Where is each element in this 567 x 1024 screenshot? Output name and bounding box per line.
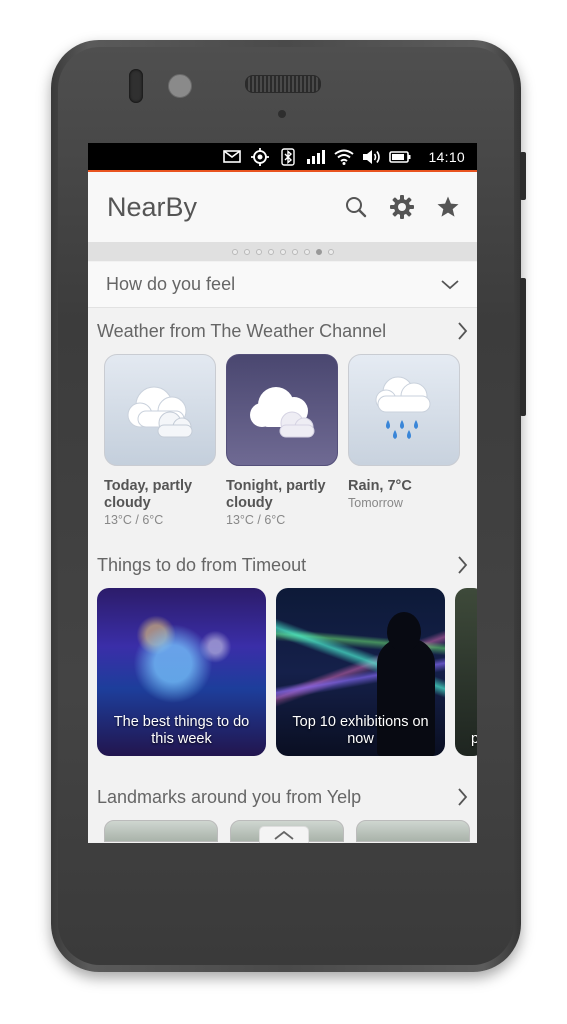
landmarks-section-header[interactable]: Landmarks around you from Yelp	[88, 774, 477, 820]
weather-tile	[348, 354, 460, 466]
page-dot[interactable]	[327, 248, 334, 255]
weather-title: Tonight, partly cloudy	[226, 478, 326, 511]
earpiece-speaker	[245, 75, 321, 93]
search-icon	[346, 197, 367, 218]
event-caption: p	[471, 731, 477, 747]
bluetooth-icon	[274, 147, 302, 167]
weather-card[interactable]: Tonight, partly cloudy 13°C / 6°C	[226, 354, 338, 542]
weather-tile	[226, 354, 338, 466]
weather-title: Today, partly cloudy	[104, 478, 193, 511]
volume-icon	[358, 147, 386, 167]
page-dot[interactable]	[291, 248, 298, 255]
light-sensor	[278, 110, 286, 118]
search-button[interactable]	[333, 184, 379, 230]
page-dot[interactable]	[279, 248, 286, 255]
page-indicator[interactable]	[88, 242, 477, 261]
chevron-down-icon	[441, 279, 459, 289]
weather-cards: Today, partly cloudy 13°C / 6°C Tonight,…	[88, 354, 477, 542]
dropdown-label: How do you feel	[106, 274, 236, 294]
page-dot[interactable]	[231, 248, 238, 255]
event-card-partial[interactable]: p	[455, 588, 477, 756]
page-dot[interactable]	[243, 248, 250, 255]
page-title: NearBy	[107, 191, 198, 222]
settings-button[interactable]	[379, 184, 425, 230]
location-icon	[246, 147, 274, 167]
landmark-card[interactable]	[104, 820, 218, 842]
things-section-header[interactable]: Things to do from Timeout	[88, 542, 477, 588]
section-title: Things to do from Timeout	[97, 554, 307, 575]
chevron-up-icon	[274, 830, 294, 840]
cloud-night-icon	[250, 387, 315, 438]
event-caption: The best things to do this week	[113, 714, 250, 747]
gear-icon	[390, 195, 414, 219]
how-do-you-feel-dropdown[interactable]: How do you feel	[88, 262, 477, 308]
wifi-icon	[330, 147, 358, 167]
event-caption: Top 10 exhibitions on now	[292, 714, 429, 747]
weather-title: Rain, 7°C	[348, 478, 412, 494]
mail-icon	[218, 147, 246, 167]
cloud-icon	[127, 386, 193, 438]
app-header: NearBy	[88, 172, 477, 242]
page-dot[interactable]	[255, 248, 262, 255]
bottom-edge-handle[interactable]	[259, 826, 309, 843]
section-title: Landmarks around you from Yelp	[97, 786, 362, 807]
weather-subtitle: Tomorrow	[348, 496, 403, 510]
status-bar[interactable]: 14:10	[88, 143, 477, 172]
signal-icon	[302, 147, 330, 167]
front-camera	[168, 74, 192, 98]
chevron-right-icon	[458, 788, 468, 806]
screen: 14:10 NearBy How do you feel Weather fro…	[88, 143, 477, 843]
battery-icon	[386, 147, 414, 167]
favorites-button[interactable]	[425, 184, 471, 230]
proximity-sensor	[129, 69, 143, 103]
event-card[interactable]: The best things to do this week	[97, 588, 266, 756]
weather-tile	[104, 354, 216, 466]
volume-button	[520, 278, 526, 416]
weather-card[interactable]: Rain, 7°C Tomorrow	[348, 354, 460, 542]
weather-subtitle: 13°C / 6°C	[226, 513, 286, 527]
clock: 14:10	[428, 148, 465, 165]
weather-section-header[interactable]: Weather from The Weather Channel	[88, 308, 477, 354]
weather-card[interactable]: Today, partly cloudy 13°C / 6°C	[104, 354, 216, 542]
page-dot[interactable]	[267, 248, 274, 255]
rain-cloud-icon	[375, 376, 431, 439]
power-button	[520, 152, 526, 200]
section-title: Weather from The Weather Channel	[97, 320, 387, 341]
page-dot[interactable]	[303, 248, 310, 255]
chevron-right-icon	[458, 322, 468, 340]
landmark-card[interactable]	[356, 820, 470, 842]
chevron-right-icon	[458, 556, 468, 574]
things-cards: The best things to do this week Top 10 e…	[88, 588, 477, 758]
page-dot-active[interactable]	[315, 248, 322, 255]
star-icon	[437, 196, 459, 217]
weather-subtitle: 13°C / 6°C	[104, 513, 164, 527]
event-card[interactable]: Top 10 exhibitions on now	[276, 588, 445, 756]
